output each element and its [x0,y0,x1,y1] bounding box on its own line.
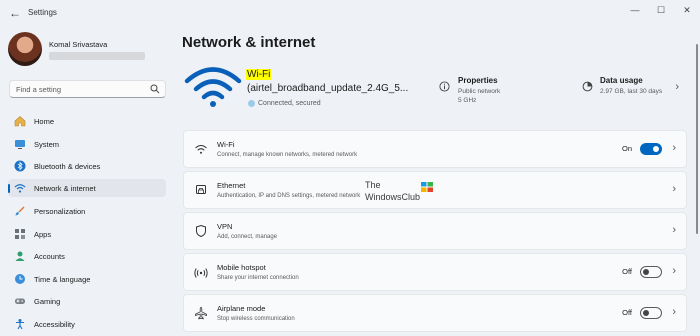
card-title: Airplane mode [217,304,266,313]
data-usage-icon [582,81,593,92]
monitor-icon [15,140,25,149]
sidebar-item-label: Network & internet [34,184,96,193]
bluetooth-icon [14,160,26,172]
sidebar-item-time-language[interactable]: Time & language [8,270,166,288]
chevron-right-icon: › [672,224,676,236]
chevron-right-icon: › [672,306,676,318]
toggle-knob [643,310,649,316]
data-usage-value: 2.97 GB, last 30 days [600,88,663,95]
sidebar-item-accessibility[interactable]: Accessibility [8,315,166,333]
info-icon [439,81,450,92]
sidebar-item-label: System [34,140,60,149]
brush-icon [15,206,25,216]
maximize-button[interactable]: ☐ [651,3,671,17]
airplane-mode-card[interactable]: Airplane mode Stop wireless communicatio… [183,294,687,332]
active-indicator [8,184,10,193]
card-title: Ethernet [217,181,246,190]
wifi-settings-card[interactable]: Wi-Fi Connect, manage known networks, me… [183,130,687,168]
sidebar-item-label: Accessibility [34,320,75,329]
vpn-settings-card[interactable]: VPN Add, connect, manage › [183,212,687,250]
toggle-knob [653,146,659,152]
wifi-large-icon [184,67,242,107]
sidebar-item-accounts[interactable]: Accounts [8,247,166,265]
card-description: Authentication, IP and DNS settings, met… [217,193,361,199]
sidebar-item-label: Accounts [34,252,65,261]
sidebar-item-gaming[interactable]: Gaming [8,292,166,310]
sidebar-item-label: Personalization [34,207,86,216]
sidebar-item-label: Bluetooth & devices [34,162,101,171]
wifi-toggle[interactable] [640,143,662,155]
sidebar-item-system[interactable]: System [8,135,166,153]
card-description: Add, connect, manage [217,234,278,240]
wifi-icon [195,145,207,154]
sidebar-item-apps[interactable]: Apps [8,225,166,243]
accessibility-icon [16,319,24,330]
search-placeholder: Find a setting [16,85,62,94]
network-type-label: Wi-Fi [246,69,272,80]
network-ssid: (airtel_broadband_update_2.4G_5... [247,83,409,94]
toggle-state-label: Off [622,308,632,317]
chevron-right-icon[interactable]: › [675,81,679,93]
connection-status: Connected, secured [258,100,321,107]
card-title: Mobile hotspot [217,263,266,272]
back-button[interactable]: ← [8,6,22,20]
close-button[interactable]: ✕ [677,3,697,17]
avatar[interactable] [8,32,42,66]
card-description: Connect, manage known networks, metered … [217,152,358,158]
connected-status-icon [248,100,255,107]
sidebar-item-home[interactable]: Home [8,112,166,130]
windows-logo-icon [421,182,433,192]
sidebar-item-network[interactable]: Network & internet [8,179,166,197]
person-icon [15,251,25,261]
card-title: Wi-Fi [217,140,235,149]
user-email-redacted [49,52,145,60]
app-title: Settings [28,8,57,17]
chevron-right-icon: › [672,183,676,195]
watermark-line1: The [365,180,381,190]
card-description: Stop wireless communication [217,316,295,322]
apps-icon [15,229,25,239]
home-icon [14,116,26,127]
chevron-right-icon: › [672,265,676,277]
sidebar: Komal Srivastava Find a setting Home Sys… [0,28,175,336]
mobile-hotspot-toggle[interactable] [640,266,662,278]
airplane-mode-toggle[interactable] [640,307,662,319]
sidebar-item-label: Apps [34,230,52,239]
sidebar-item-label: Home [34,117,55,126]
wifi-icon [14,184,26,193]
properties-link[interactable]: Properties [458,76,498,85]
title-bar: ← Settings — ☐ ✕ [0,0,700,28]
search-icon [150,84,160,94]
watermark-line2: WindowsClub [365,192,421,202]
network-band: 5 GHz [458,97,477,104]
hotspot-icon [194,268,208,278]
toggle-state-label: On [621,144,632,153]
globe-clock-icon [15,274,25,284]
toggle-knob [643,269,649,275]
search-input[interactable]: Find a setting [9,80,166,98]
airplane-icon [195,307,207,320]
sidebar-item-personalization[interactable]: Personalization [8,202,166,220]
minimize-button[interactable]: — [625,3,645,17]
card-title: VPN [217,222,233,231]
mobile-hotspot-card[interactable]: Mobile hotspot Share your internet conne… [183,253,687,291]
card-description: Share your internet connection [217,275,299,281]
sidebar-item-label: Time & language [34,275,91,284]
data-usage-link[interactable]: Data usage [600,76,643,85]
user-name: Komal Srivastava [49,40,108,49]
shield-icon [196,224,206,238]
ethernet-icon [196,185,206,194]
sidebar-item-label: Gaming [34,297,61,306]
sidebar-item-bluetooth[interactable]: Bluetooth & devices [8,157,166,175]
toggle-state-label: Off [622,267,632,276]
watermark: The WindowsClub [365,180,437,206]
network-profile: Public network [458,88,501,95]
page-title: Network & internet [182,34,316,51]
scrollbar[interactable] [696,44,698,234]
gamepad-icon [15,298,25,304]
chevron-right-icon: › [672,142,676,154]
wifi-status-header: Wi-Fi (airtel_broadband_update_2.4G_5...… [182,60,687,122]
